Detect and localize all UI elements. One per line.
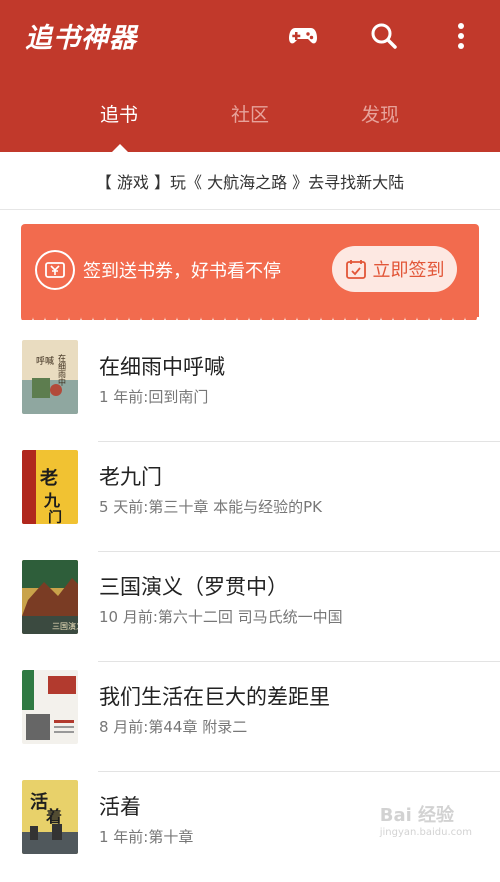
tab-discover[interactable]: 发现 [361, 100, 399, 127]
book-title: 活着 [99, 795, 141, 819]
game-notice[interactable]: 【 游戏 】玩《 大航海之路 》去寻找新大陆 [0, 153, 500, 210]
watermark-text: Bai 经验 [379, 805, 455, 826]
svg-text:呼喊: 呼喊 [36, 355, 54, 367]
search-icon [371, 23, 397, 49]
tab-community[interactable]: 社区 [231, 100, 269, 127]
svg-text:门: 门 [48, 509, 62, 524]
book-item[interactable]: 三国演义 三国演义（罗贯中） 10 月前:第六十二回 司马氏统一中国 [0, 552, 500, 662]
svg-text:九: 九 [43, 491, 60, 510]
tab-follow-books[interactable]: 追书 [100, 100, 138, 127]
book-cover [22, 670, 78, 744]
book-cover: 活 着 [22, 780, 78, 854]
book-item[interactable]: 在细雨中 呼喊 在细雨中呼喊 1 年前:回到南门 [0, 332, 500, 442]
book-latest-chapter: 1 年前:第十章 [99, 828, 194, 846]
svg-text:在细雨中: 在细雨中 [58, 353, 67, 387]
svg-text:着: 着 [45, 807, 62, 826]
app-bar: 追书神器 追书 社区 发现 [0, 0, 500, 153]
watermark: Bai 经验 jingyan.baidu.com [380, 801, 472, 838]
book-title: 老九门 [99, 465, 162, 489]
more-button[interactable] [443, 18, 479, 54]
notice-text: 【 游戏 】玩《 大航海之路 》去寻找新大陆 [95, 173, 405, 192]
book-item[interactable]: 老 九 门 老九门 5 天前:第三十章 本能与经验的PK [0, 442, 500, 552]
more-vertical-icon [458, 23, 464, 49]
banner-text: 签到送书券，好书看不停 [83, 261, 281, 282]
book-cover: 三国演义 [22, 560, 78, 634]
svg-text:老: 老 [40, 467, 58, 489]
book-latest-chapter: 8 月前:第44章 附录二 [99, 718, 248, 736]
gamepad-icon [289, 28, 317, 44]
checkin-button[interactable]: 立即签到 [332, 246, 457, 292]
svg-text:三国演义: 三国演义 [52, 621, 78, 631]
banner-scallop-edge [21, 308, 479, 320]
book-cover: 在细雨中 呼喊 [22, 340, 78, 414]
book-cover: 老 九 门 [22, 450, 78, 524]
book-latest-chapter: 1 年前:回到南门 [99, 388, 209, 406]
book-title: 三国演义（罗贯中） [99, 575, 288, 599]
ticket-icon [35, 250, 75, 290]
book-latest-chapter: 10 月前:第六十二回 司马氏统一中国 [99, 608, 343, 626]
checkin-label: 立即签到 [372, 260, 445, 281]
calendar-check-icon [345, 260, 366, 279]
book-title: 我们生活在巨大的差距里 [99, 685, 330, 709]
active-tab-indicator [111, 144, 129, 153]
checkin-banner[interactable]: 签到送书券，好书看不停 立即签到 [21, 224, 479, 314]
game-button[interactable] [285, 18, 321, 54]
search-button[interactable] [366, 18, 402, 54]
book-title: 在细雨中呼喊 [99, 355, 225, 379]
watermark-sub: jingyan.baidu.com [379, 827, 472, 838]
app-title: 追书神器 [25, 23, 137, 54]
book-item[interactable]: 我们生活在巨大的差距里 8 月前:第44章 附录二 [0, 662, 500, 772]
book-latest-chapter: 5 天前:第三十章 本能与经验的PK [99, 498, 323, 516]
